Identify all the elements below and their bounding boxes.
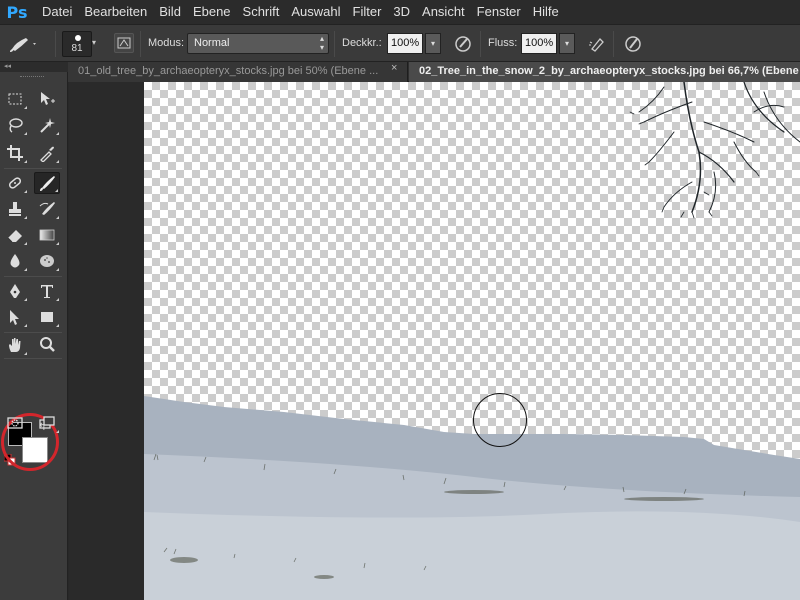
lasso-icon — [9, 118, 23, 133]
select-arrows-icon: ▴ ▾ — [319, 34, 324, 52]
tab-tree-in-snow[interactable]: 02_Tree_in_the_snow_2_by_archaeopteryx_s… — [409, 62, 800, 82]
zoom-icon — [40, 337, 55, 352]
toolbox-collapse[interactable]: ◂◂ — [0, 62, 68, 72]
snow-landscape-image — [144, 82, 800, 600]
rectangle-icon — [41, 312, 53, 322]
tool-preset-picker[interactable] — [8, 33, 48, 55]
blur-tool[interactable] — [2, 250, 28, 272]
pasteboard — [69, 82, 144, 600]
move-tool[interactable] — [34, 88, 60, 110]
droplet-icon — [10, 254, 20, 268]
tab-old-tree[interactable]: 01_old_tree_by_archaeopteryx_stocks.jpg … — [68, 62, 408, 82]
brush-size-picker[interactable]: 81 — [62, 31, 92, 57]
type-tool[interactable] — [34, 280, 60, 302]
menu-3d[interactable]: 3D — [387, 0, 416, 24]
clone-stamp-tool[interactable] — [2, 198, 28, 220]
menu-bearbeiten[interactable]: Bearbeiten — [78, 0, 153, 24]
tab-label: 02_Tree_in_the_snow_2_by_archaeopteryx_s… — [419, 65, 800, 77]
crop-icon — [7, 145, 23, 161]
brush-icon — [40, 176, 55, 191]
gradient-icon — [39, 229, 55, 241]
type-icon — [41, 285, 53, 298]
brush-dropdown-arrow[interactable]: ▾ — [92, 33, 102, 53]
crop-tool[interactable] — [2, 142, 28, 164]
path-select-icon — [10, 310, 19, 325]
brush-tool[interactable] — [34, 172, 60, 194]
magic-wand-tool[interactable] — [34, 114, 60, 136]
opacity-label: Deckkr.: — [342, 37, 382, 49]
stamp-icon — [9, 202, 21, 216]
eyedropper-icon — [40, 146, 54, 162]
background-color-swatch[interactable] — [22, 437, 48, 463]
photoshop-logo: Ps — [6, 2, 28, 22]
bandage-icon — [8, 177, 22, 189]
pressure-size-icon[interactable] — [622, 33, 644, 55]
marquee-tool[interactable] — [2, 88, 28, 110]
blend-mode-value: Normal — [194, 37, 230, 49]
dodge-tool[interactable] — [34, 250, 60, 272]
opacity-dropdown[interactable]: ▾ — [425, 33, 441, 54]
menu-ansicht[interactable]: Ansicht — [416, 0, 471, 24]
menu-hilfe[interactable]: Hilfe — [527, 0, 565, 24]
pen-tool[interactable] — [2, 280, 28, 302]
history-brush-icon — [39, 202, 55, 215]
rect-marquee-icon — [8, 93, 22, 105]
airbrush-icon[interactable] — [586, 33, 608, 55]
lasso-tool[interactable] — [2, 114, 28, 136]
menu-auswahl[interactable]: Auswahl — [285, 0, 346, 24]
document-canvas[interactable] — [144, 82, 800, 600]
toolbox-grip[interactable] — [20, 76, 44, 78]
tab-label: 01_old_tree_by_archaeopteryx_stocks.jpg … — [78, 65, 379, 77]
brush-panel-toggle[interactable] — [114, 33, 134, 53]
opacity-input[interactable]: 100% — [387, 33, 423, 54]
mode-label: Modus: — [148, 37, 185, 49]
menu-filter[interactable]: Filter — [347, 0, 388, 24]
menu-bar: Ps Datei Bearbeiten Bild Ebene Schrift A… — [0, 0, 800, 24]
path-selection-tool[interactable] — [2, 306, 28, 328]
rectangle-tool[interactable] — [34, 306, 60, 328]
pressure-opacity-icon[interactable] — [452, 33, 474, 55]
screen-mode-button[interactable] — [34, 412, 60, 434]
sponge-icon — [40, 255, 54, 267]
magic-wand-icon — [40, 118, 55, 133]
menu-schrift[interactable]: Schrift — [237, 0, 286, 24]
flow-dropdown[interactable]: ▾ — [559, 33, 575, 54]
default-colors-icon[interactable] — [3, 453, 16, 466]
hand-icon — [9, 338, 21, 352]
hand-tool[interactable] — [2, 334, 28, 356]
menu-fenster[interactable]: Fenster — [471, 0, 527, 24]
close-icon[interactable]: × — [391, 62, 397, 74]
screen-mode-icon — [39, 416, 55, 429]
blend-mode-select[interactable]: Normal ▴ ▾ — [187, 33, 329, 54]
toolbox: ◂◂ ↰ — [0, 62, 68, 600]
eyedropper-tool[interactable] — [34, 142, 60, 164]
document-tab-bar: 01_old_tree_by_archaeopteryx_stocks.jpg … — [68, 62, 800, 82]
options-bar: 81 ▾ Modus: Normal ▴ ▾ Deckkr.: 100% ▾ Fl… — [0, 24, 800, 62]
brush-preset-icon — [10, 38, 36, 52]
pen-icon — [10, 284, 20, 298]
flow-label: Fluss: — [488, 37, 518, 49]
move-icon — [41, 92, 55, 105]
quick-mask-button[interactable] — [2, 412, 28, 434]
eraser-icon — [7, 230, 22, 243]
history-brush-tool[interactable] — [34, 198, 60, 220]
zoom-tool[interactable] — [34, 334, 60, 356]
gradient-tool[interactable] — [34, 224, 60, 246]
menu-bild[interactable]: Bild — [153, 0, 187, 24]
quick-mask-icon — [7, 417, 23, 429]
eraser-tool[interactable] — [2, 224, 28, 246]
flow-input[interactable]: 100% — [521, 33, 557, 54]
brush-cursor — [473, 393, 527, 447]
brush-panel-icon — [117, 37, 131, 49]
menu-datei[interactable]: Datei — [36, 0, 78, 24]
menu-ebene[interactable]: Ebene — [187, 0, 237, 24]
healing-brush-tool[interactable] — [2, 172, 28, 194]
